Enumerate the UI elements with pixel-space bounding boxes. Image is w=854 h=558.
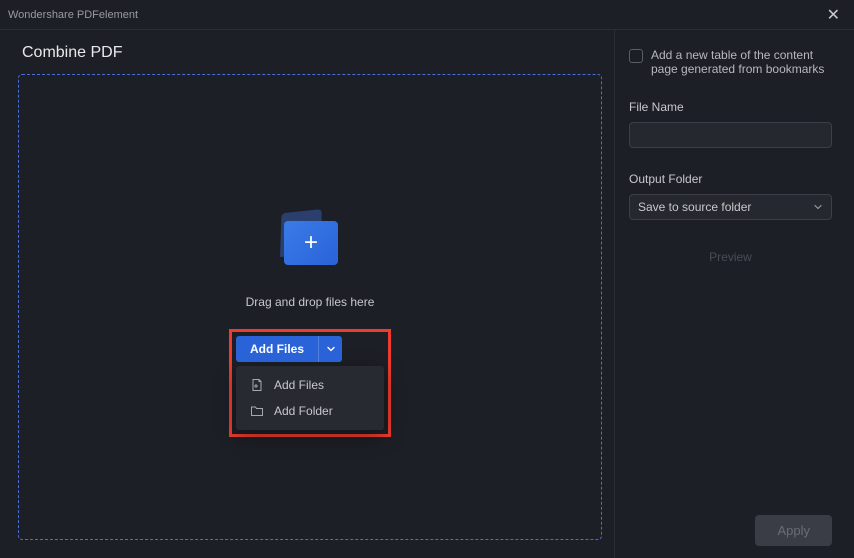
toc-checkbox-label: Add a new table of the content page gene… <box>651 48 832 76</box>
chevron-down-icon <box>813 202 823 212</box>
dropdown-add-files[interactable]: Add Files <box>236 372 384 398</box>
dropdown-add-folder[interactable]: Add Folder <box>236 398 384 424</box>
folder-plus-icon: + <box>278 217 342 267</box>
add-files-button[interactable]: Add Files <box>236 336 318 362</box>
titlebar: Wondershare PDFelement ✕ <box>0 0 854 30</box>
page-title: Combine PDF <box>22 44 602 62</box>
highlight-annotation: Add Files <box>229 329 391 437</box>
output-folder-label: Output Folder <box>629 172 832 186</box>
sidebar: Add a new table of the content page gene… <box>614 30 854 558</box>
dropdown-add-folder-label: Add Folder <box>274 404 333 418</box>
folder-icon <box>250 404 264 418</box>
content: Combine PDF + Drag and drop files here A… <box>0 30 854 558</box>
output-folder-select[interactable]: Save to source folder <box>629 194 832 220</box>
app-title: Wondershare PDFelement <box>8 9 138 21</box>
footer: Apply <box>755 515 832 546</box>
output-folder-selected: Save to source folder <box>638 200 751 214</box>
file-add-icon <box>250 378 264 392</box>
dropzone-hint: Drag and drop files here <box>246 295 375 309</box>
chevron-down-icon <box>326 344 336 354</box>
apply-button[interactable]: Apply <box>755 515 832 546</box>
file-name-label: File Name <box>629 100 832 114</box>
file-name-input[interactable] <box>629 122 832 148</box>
preview-button: Preview <box>693 244 768 270</box>
dropzone[interactable]: + Drag and drop files here Add Files <box>18 74 602 540</box>
add-files-dropdown: Add Files Add Folder <box>236 366 384 430</box>
main-panel: Combine PDF + Drag and drop files here A… <box>0 30 614 558</box>
close-icon[interactable]: ✕ <box>821 5 846 25</box>
toc-checkbox[interactable] <box>629 49 643 63</box>
dropdown-add-files-label: Add Files <box>274 378 324 392</box>
add-files-dropdown-toggle[interactable] <box>318 336 342 362</box>
toc-checkbox-row[interactable]: Add a new table of the content page gene… <box>629 48 832 76</box>
